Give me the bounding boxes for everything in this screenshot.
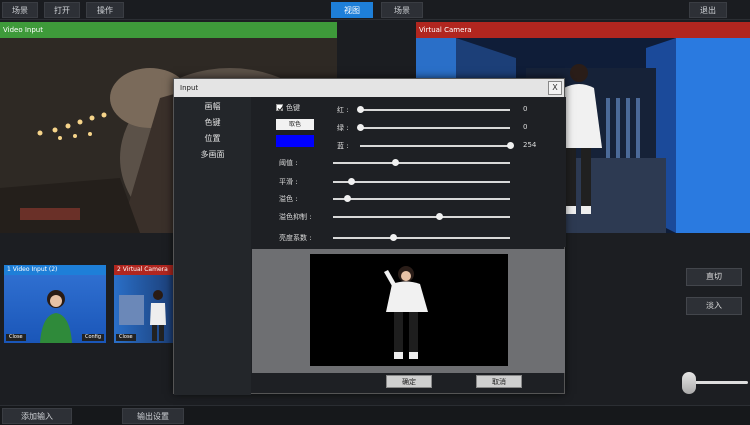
slider-label: 阈值 : — [279, 159, 298, 167]
chroma-settings-panel: 色键 取色 红 : 0 绿 : 0 蓝 : 254 阈值 : 平滑 : 溢色 : 溢色抑制 : 亮度… — [251, 97, 566, 247]
check-icon — [277, 106, 284, 112]
slider-handle[interactable] — [357, 106, 364, 113]
slider-track[interactable] — [333, 234, 510, 241]
tab-view[interactable]: 视图 — [331, 2, 373, 18]
thumbnail-close-button[interactable]: Close — [116, 334, 136, 341]
input-thumbnail-1[interactable]: 1 Video Input (2) Close Config — [4, 265, 106, 343]
slider-label: 绿 : — [337, 124, 349, 132]
slider-track[interactable] — [333, 178, 510, 185]
slider-label: 红 : — [337, 106, 349, 114]
pick-color-button[interactable]: 取色 — [276, 119, 314, 130]
exit-button[interactable]: 退出 — [689, 2, 727, 18]
nav-item-position[interactable]: 位置 — [174, 133, 251, 144]
thumbnail-close-button[interactable]: Close — [6, 334, 26, 341]
slider-value: 0 — [523, 105, 528, 113]
menu-file[interactable]: 场景 — [2, 2, 38, 18]
transition-fader-track[interactable] — [690, 381, 748, 384]
slider-track[interactable] — [333, 213, 510, 220]
tab-scene[interactable]: 场景 — [381, 2, 423, 18]
add-input-button[interactable]: 添加输入 — [2, 408, 72, 424]
close-icon[interactable]: X — [548, 81, 562, 95]
thumbnail-video-frame — [119, 290, 166, 341]
slider-track[interactable] — [333, 159, 510, 166]
ok-button[interactable]: 确定 — [386, 375, 432, 388]
menu-open[interactable]: 打开 — [44, 2, 80, 18]
chroma-checkbox-label: 色键 — [286, 104, 300, 112]
slider-track[interactable] — [360, 142, 514, 149]
top-menu-bar: 场景 打开 操作 视图 场景 退出 — [0, 0, 750, 20]
thumbnail-video-frame — [40, 290, 72, 343]
bottom-bar: 添加输入 输出设置 — [0, 405, 750, 425]
slider-handle[interactable] — [344, 195, 352, 202]
fade-button[interactable]: 淡入 — [686, 297, 742, 315]
thumbnail-title: 2 Virtual Camera — [114, 265, 173, 275]
nav-item-chroma[interactable]: 色键 — [174, 117, 251, 128]
cancel-button[interactable]: 取消 — [476, 375, 522, 388]
slider-track[interactable] — [333, 195, 510, 202]
input-settings-dialog: Input X 画幅 色键 位置 多画面 色键 取色 红 : 0 绿 : 0 蓝 : 25… — [173, 78, 566, 395]
camera-header: Virtual Camera — [416, 22, 750, 38]
slider-handle[interactable] — [436, 213, 444, 220]
slider-label: 蓝 : — [337, 142, 349, 150]
dialog-title: Input — [174, 79, 564, 97]
thumbnail-image: Close Config — [4, 275, 106, 343]
slider-track[interactable] — [357, 106, 510, 113]
slider-label: 溢色 : — [279, 195, 298, 203]
menu-operate[interactable]: 操作 — [86, 2, 124, 18]
slider-label: 溢色抑制 : — [279, 213, 312, 221]
slider-handle[interactable] — [347, 178, 355, 185]
dialog-preview — [310, 254, 508, 366]
slider-value: 0 — [523, 123, 528, 131]
thumbnail-image: Close — [114, 275, 173, 343]
thumbnail-title: 1 Video Input (2) — [4, 265, 106, 275]
chroma-checkbox[interactable] — [276, 104, 284, 112]
key-color-swatch[interactable] — [276, 135, 314, 147]
dialog-nav: 画幅 色键 位置 多画面 — [174, 97, 251, 395]
keyed-presenter-image — [384, 266, 428, 359]
slider-handle[interactable] — [390, 234, 398, 241]
program-header: Video Input — [0, 22, 337, 38]
slider-label: 平滑 : — [279, 178, 298, 186]
transition-fader-handle[interactable] — [682, 372, 696, 394]
app-root: 场景 打开 操作 视图 场景 退出 Video Input Virtual Ca… — [0, 0, 750, 425]
nav-item-frame[interactable]: 画幅 — [174, 101, 251, 112]
slider-track[interactable] — [357, 124, 510, 131]
cut-button[interactable]: 直切 — [686, 268, 742, 286]
thumbnail-config-button[interactable]: Config — [81, 334, 104, 341]
slider-handle[interactable] — [391, 159, 399, 166]
slider-handle[interactable] — [357, 124, 364, 131]
slider-label: 亮度系数 : — [279, 234, 312, 242]
input-thumbnail-2[interactable]: 2 Virtual Camera Close — [114, 265, 173, 343]
slider-value: 254 — [523, 141, 537, 149]
nav-item-multiview[interactable]: 多画面 — [174, 149, 251, 160]
slider-handle[interactable] — [507, 142, 514, 149]
output-settings-button[interactable]: 输出设置 — [122, 408, 184, 424]
